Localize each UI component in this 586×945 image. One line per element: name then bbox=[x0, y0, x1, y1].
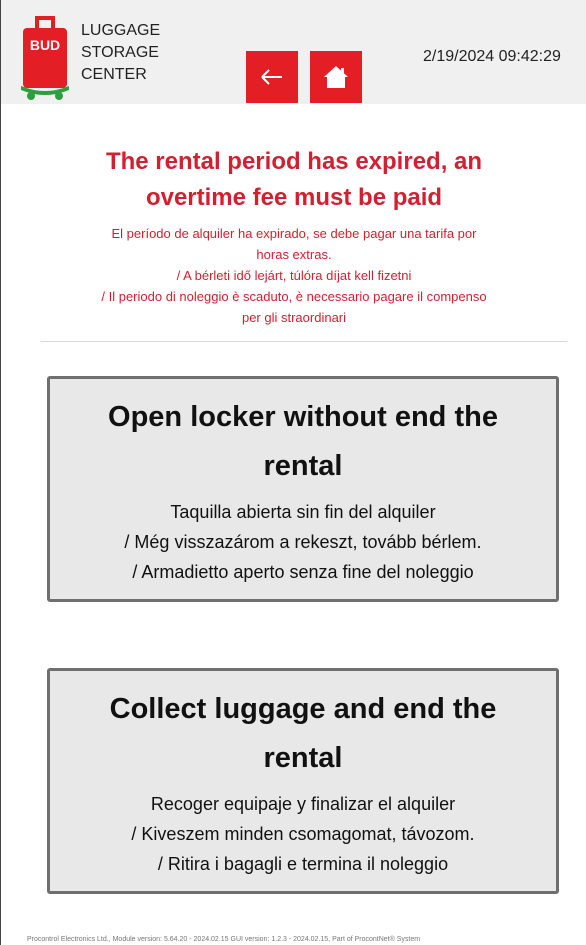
action-sub-line: / Ritira i bagagli e termina il noleggio bbox=[157, 854, 449, 874]
action-sub-line: Recoger equipaje y finalizar el alquiler bbox=[150, 794, 456, 814]
action-title: Open locker without end the rental bbox=[50, 393, 556, 491]
action-title: Collect luggage and end the rental bbox=[50, 685, 556, 783]
logo-text: BUD bbox=[30, 37, 60, 53]
open-locker-button[interactable]: Open locker without end the rental Taqui… bbox=[47, 376, 559, 602]
notice-translations: El período de alquiler ha expirado, se d… bbox=[31, 223, 557, 328]
arrow-left-icon bbox=[261, 69, 282, 85]
luggage-logo-icon: BUD bbox=[21, 16, 69, 100]
version-footer: Procontrol Electronics Ltd., Module vers… bbox=[27, 936, 421, 943]
brand-line: STORAGE bbox=[81, 44, 159, 61]
action-sub-line: / Armadietto aperto senza fine del noleg… bbox=[132, 562, 474, 582]
action-sub-line: Taquilla abierta sin fin del alquiler bbox=[170, 502, 436, 522]
notice-sub-line: per gli straordinari bbox=[241, 310, 347, 325]
collect-luggage-button[interactable]: Collect luggage and end the rental Recog… bbox=[47, 668, 559, 894]
notice-title: The rental period has expired, an overti… bbox=[1, 104, 586, 216]
back-button[interactable] bbox=[246, 51, 298, 103]
action-sub-line: / Kiveszem minden csomagomat, távozom. bbox=[131, 824, 475, 844]
home-button[interactable] bbox=[310, 51, 362, 103]
action-title-line: Open locker without end the bbox=[108, 401, 498, 433]
notice-sub-line: / Il periodo di noleggio è scaduto, è ne… bbox=[101, 289, 487, 304]
brand-name: LUGGAGE STORAGE CENTER bbox=[81, 20, 160, 86]
action-sub-line: / Még visszazárom a rekeszt, tovább bérl… bbox=[124, 532, 482, 552]
notice-sub-line: El período de alquiler ha expirado, se d… bbox=[111, 226, 477, 241]
notice-title-line: The rental period has expired, an bbox=[105, 148, 483, 175]
action-title-line: rental bbox=[263, 742, 343, 774]
action-title-line: Collect luggage and end the bbox=[109, 693, 497, 725]
action-title-line: rental bbox=[263, 450, 343, 482]
brand-line: CENTER bbox=[81, 66, 147, 83]
notice-sub-line: horas extras. bbox=[256, 247, 332, 262]
action-translations: Taquilla abierta sin fin del alquiler / … bbox=[50, 497, 556, 587]
divider bbox=[41, 341, 567, 342]
home-icon bbox=[324, 66, 348, 88]
datetime-display: 2/19/2024 09:42:29 bbox=[423, 48, 561, 65]
action-translations: Recoger equipaje y finalizar el alquiler… bbox=[50, 789, 556, 879]
top-bar: BUD LUGGAGE STORAGE CENTER 2/19/2024 09:… bbox=[1, 0, 586, 104]
notice-title-line: overtime fee must be paid bbox=[145, 184, 443, 211]
notice-sub-line: / A bérleti idő lejárt, túlóra díjat kel… bbox=[176, 268, 412, 283]
brand-line: LUGGAGE bbox=[81, 22, 161, 39]
expired-notice: The rental period has expired, an overti… bbox=[1, 104, 586, 328]
